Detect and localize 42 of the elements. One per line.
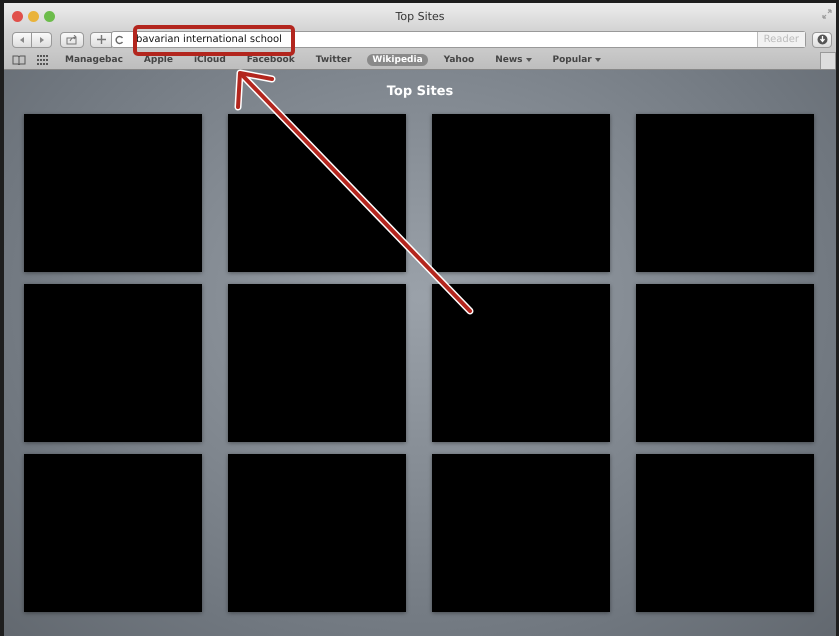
site-thumbnail[interactable] bbox=[24, 114, 202, 272]
share-button[interactable] bbox=[60, 32, 84, 48]
bookmark-link[interactable]: Yahoo bbox=[438, 54, 480, 66]
site-thumbnail[interactable] bbox=[636, 114, 814, 272]
site-thumbnail[interactable] bbox=[636, 454, 814, 612]
bookmark-menu[interactable]: Popular bbox=[548, 54, 606, 66]
bookmark-link[interactable]: Managebac bbox=[60, 54, 128, 66]
new-tab-button[interactable] bbox=[820, 52, 836, 69]
minimize-button[interactable] bbox=[28, 10, 39, 22]
site-thumbnail[interactable] bbox=[432, 454, 610, 612]
window-title: Top Sites bbox=[396, 10, 444, 22]
fullscreen-icon[interactable] bbox=[822, 9, 832, 19]
zoom-button[interactable] bbox=[44, 10, 55, 22]
close-button[interactable] bbox=[12, 10, 23, 22]
site-thumbnail[interactable] bbox=[24, 284, 202, 442]
bookmark-link[interactable]: Facebook bbox=[242, 54, 300, 66]
plus-icon bbox=[96, 35, 106, 44]
site-thumbnail[interactable] bbox=[228, 114, 406, 272]
bookmark-menu[interactable]: News bbox=[490, 54, 537, 66]
back-button[interactable] bbox=[12, 32, 32, 48]
downloads-button[interactable] bbox=[812, 32, 832, 48]
grid-icon[interactable] bbox=[37, 54, 49, 64]
caret-icon bbox=[526, 58, 532, 62]
book-icon[interactable] bbox=[12, 54, 26, 64]
bookmark-link[interactable]: Apple bbox=[138, 54, 178, 66]
site-thumbnail[interactable] bbox=[24, 454, 202, 612]
site-thumbnail[interactable] bbox=[432, 114, 610, 272]
site-thumbnail[interactable] bbox=[432, 284, 610, 442]
site-thumbnail[interactable] bbox=[228, 284, 406, 442]
forward-arrow-icon bbox=[38, 36, 46, 44]
bookmark-link[interactable]: Wikipedia bbox=[367, 54, 428, 66]
reload-icon[interactable] bbox=[115, 34, 124, 44]
page-heading: Top Sites bbox=[386, 84, 454, 101]
caret-icon bbox=[594, 58, 601, 62]
bookmark-link[interactable]: Twitter bbox=[310, 54, 356, 66]
forward-button[interactable] bbox=[32, 32, 52, 48]
site-thumbnail[interactable] bbox=[636, 284, 814, 442]
add-bookmark-button[interactable] bbox=[90, 32, 112, 48]
download-icon bbox=[816, 34, 828, 45]
back-arrow-icon bbox=[18, 36, 26, 44]
share-icon bbox=[66, 34, 78, 44]
site-thumbnail[interactable] bbox=[228, 454, 406, 612]
